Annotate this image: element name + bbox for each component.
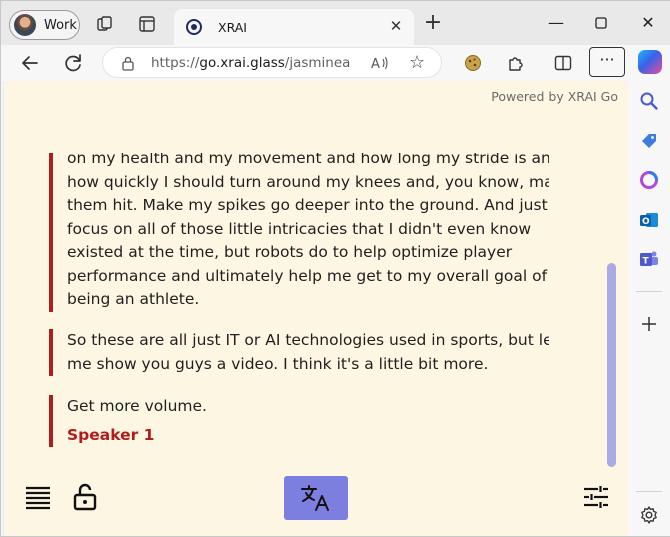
transcript-entry: on my health and my movement and how lon… <box>49 153 549 312</box>
lock-icon[interactable] <box>121 55 135 71</box>
read-aloud-icon[interactable]: A <box>371 54 389 72</box>
close-window-icon[interactable]: ✕ <box>638 13 658 33</box>
navigation-bar: https://go.xrai.glass/jasminea A ☆ ··· <box>1 45 670 81</box>
avatar <box>14 14 36 36</box>
new-tab-icon[interactable]: + <box>423 12 443 34</box>
svg-text:A: A <box>371 57 380 72</box>
close-tab-icon[interactable]: ✕ <box>388 18 404 34</box>
favorite-star-icon[interactable]: ☆ <box>409 52 425 73</box>
transcript-area[interactable]: on my health and my movement and how lon… <box>49 153 549 453</box>
transcript-line: them hit. Make my spikes go deeper into … <box>67 196 548 214</box>
transcript-list-icon[interactable] <box>25 485 51 511</box>
split-screen-icon[interactable] <box>553 53 573 73</box>
transcript-entry: Get more volume. Speaker 1 <box>49 395 549 447</box>
tab-title: XRAI <box>218 19 247 35</box>
url-path: /jasminea <box>284 55 351 71</box>
shopping-tag-icon[interactable] <box>639 131 659 151</box>
transcript-line: existed at the time, but robots do to he… <box>67 243 513 261</box>
back-icon[interactable] <box>18 51 42 75</box>
url-prefix: https:// <box>151 55 200 71</box>
maximize-icon[interactable] <box>591 13 611 33</box>
transcript-scrollbar[interactable] <box>607 263 616 467</box>
translate-button[interactable] <box>284 476 348 520</box>
transcript-line: Get more volume. <box>67 397 207 415</box>
more-options-icon[interactable]: ··· <box>589 47 625 77</box>
copilot-icon[interactable] <box>638 50 662 74</box>
transcript-entry: So these are all just IT or AI technolog… <box>49 329 549 376</box>
url-host: go.xrai.glass <box>199 55 285 71</box>
transcript-line: being an athlete. <box>67 290 200 308</box>
extensions-puzzle-icon[interactable] <box>506 53 526 73</box>
browser-window: Work XRAI ✕ + — ✕ https://go.xrai.glass/… <box>0 0 670 537</box>
edge-sidebar: O T <box>628 81 670 536</box>
minimize-icon[interactable]: — <box>546 13 566 33</box>
outlook-icon[interactable]: O <box>639 210 659 230</box>
svg-text:T: T <box>643 257 650 267</box>
powered-by-label: Powered by XRAI Go <box>491 89 618 104</box>
unlock-icon[interactable] <box>73 483 97 511</box>
transcript-line: how quickly I should turn around my knee… <box>67 172 549 191</box>
teams-icon[interactable]: T <box>639 249 659 269</box>
address-bar[interactable]: https://go.xrai.glass/jasminea A ☆ <box>102 47 442 78</box>
profile-label: Work <box>44 17 77 33</box>
speaker-label: Speaker 1 <box>67 425 155 444</box>
sidebar-divider <box>636 491 662 492</box>
url-text[interactable]: https://go.xrai.glass/jasminea <box>151 55 350 71</box>
transcript-line: So these are all just IT or AI technolog… <box>67 331 549 349</box>
tab-xrai[interactable]: XRAI ✕ <box>174 9 414 45</box>
search-icon[interactable] <box>639 91 659 111</box>
translate-icon <box>301 485 329 511</box>
office-icon[interactable] <box>639 170 659 190</box>
add-sidebar-app-icon[interactable] <box>639 314 659 334</box>
transcript-line: on my health and my movement and how lon… <box>67 153 549 167</box>
transcript-line: focus on all of those little intricacies… <box>67 219 532 238</box>
xrai-favicon-icon <box>186 19 202 35</box>
settings-sliders-icon[interactable] <box>583 485 609 509</box>
transcript-line: performance and ultimately help me get t… <box>67 266 548 285</box>
transcript-line: me show you guys a video. I think it's a… <box>67 354 489 373</box>
svg-text:O: O <box>642 217 650 227</box>
workspaces-icon[interactable] <box>96 15 114 33</box>
refresh-icon[interactable] <box>61 51 85 75</box>
tab-actions-icon[interactable] <box>138 15 156 33</box>
sidebar-settings-gear-icon[interactable] <box>639 505 659 525</box>
sidebar-divider <box>636 291 662 292</box>
xrai-page: Powered by XRAI Go on my health and my m… <box>5 81 628 536</box>
profile-button[interactable]: Work <box>9 10 80 40</box>
extension-cookie-icon[interactable] <box>463 53 483 73</box>
tab-strip: Work XRAI ✕ + — ✕ <box>1 1 670 45</box>
